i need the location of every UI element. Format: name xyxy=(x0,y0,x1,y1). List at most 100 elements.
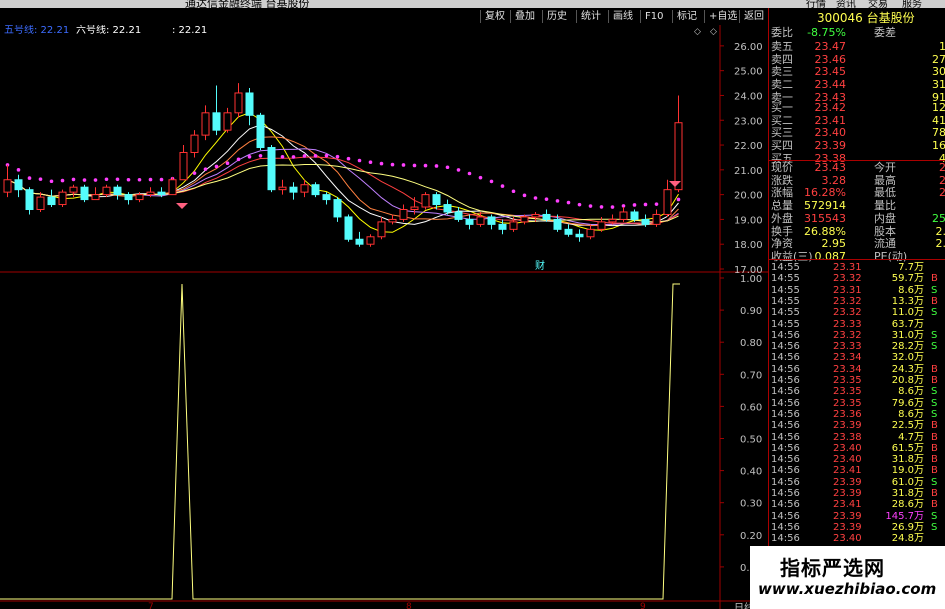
add-watchlist-button[interactable]: +自选 xyxy=(704,10,741,23)
collapse-icon[interactable]: ◇ xyxy=(710,27,717,37)
tick-price: 23.32 xyxy=(833,329,862,341)
tick-side: B xyxy=(931,375,938,386)
tick-side: B xyxy=(931,273,938,285)
tick-price: 23.40 xyxy=(833,454,862,466)
tick-time: 14:56 xyxy=(771,465,800,477)
tick-price: 23.40 xyxy=(833,442,862,454)
buy-price: 23.40 xyxy=(814,126,847,140)
statistics-button[interactable]: 统计 xyxy=(576,10,605,23)
tick-time: 14:56 xyxy=(771,533,800,545)
candle-body xyxy=(630,211,639,220)
stat-label: 涨跌 xyxy=(771,173,793,187)
candle-body xyxy=(168,179,177,196)
back-button[interactable]: 返回 xyxy=(739,10,768,23)
stat-value: 23.43 xyxy=(814,161,847,174)
sell-price: 23.46 xyxy=(814,52,847,66)
candle-body xyxy=(553,218,562,230)
indicator-tick-label: 0.30 xyxy=(740,499,762,510)
tick-side: B xyxy=(931,488,938,499)
indicator-dot xyxy=(225,161,230,166)
indicator-dot xyxy=(302,154,307,158)
finance-marker[interactable]: 财 xyxy=(535,259,545,272)
indicator-dot xyxy=(71,177,76,182)
tick-time: 14:55 xyxy=(771,307,800,319)
buy-level-row: 买一 23.42 12 xyxy=(769,102,945,114)
indicator-dot xyxy=(423,163,428,168)
watermark: 指标严选网 www.xuezhibiao.com xyxy=(750,546,945,609)
indicator-dot xyxy=(522,193,527,198)
indicator-dot xyxy=(412,163,417,168)
stat-row: 外盘 315543 内盘 25 xyxy=(769,211,945,225)
tick-side: B xyxy=(931,465,938,477)
menu-info[interactable]: 资讯 xyxy=(836,0,856,8)
sell-level-label: 卖四 xyxy=(771,52,793,66)
chart-grid xyxy=(0,25,768,609)
indicator-dot xyxy=(126,177,131,182)
tick-row: 14:55 23.32 59.7万 B xyxy=(769,273,945,285)
indicator-dot xyxy=(192,171,197,175)
stat-label-2: 今开 xyxy=(874,161,896,174)
tick-time: 14:55 xyxy=(771,262,800,273)
indicator-dot xyxy=(49,179,54,184)
tick-volume: 19.0万 xyxy=(891,465,924,477)
tick-time: 14:56 xyxy=(771,363,800,375)
candle-body xyxy=(113,186,122,196)
tick-time: 14:56 xyxy=(771,510,800,522)
candle-body xyxy=(443,204,452,213)
tick-volume: 32.0万 xyxy=(891,352,924,364)
tick-price: 23.31 xyxy=(833,284,862,296)
tick-side: B xyxy=(931,295,938,307)
watermark-title: 指标严选网 xyxy=(780,556,885,580)
overlay-button[interactable]: 叠加 xyxy=(510,10,539,23)
candle-body xyxy=(465,218,474,225)
tick-row: 14:55 23.32 13.3万 B xyxy=(769,296,945,308)
window-title: 通达信金融终端 台基股份 xyxy=(185,0,310,8)
tick-row: 14:56 23.36 8.6万 S xyxy=(769,409,945,421)
tick-price: 23.33 xyxy=(833,341,862,353)
indicator-dot xyxy=(335,154,340,159)
indicator-dot xyxy=(533,196,538,200)
candle-body xyxy=(564,228,573,235)
candle-body xyxy=(91,194,100,201)
candle-body xyxy=(421,194,430,208)
candle-body xyxy=(14,179,23,191)
candle-body xyxy=(454,211,463,220)
price-tick-label: 23.00 xyxy=(734,116,763,127)
tick-time: 14:55 xyxy=(771,273,800,285)
tick-row: 14:56 23.39 22.5万 B xyxy=(769,420,945,432)
tick-side: S xyxy=(931,476,938,488)
candle-body xyxy=(619,211,628,220)
stat-row: 净资 2.95 流通 2. xyxy=(769,238,945,250)
tick-time: 14:56 xyxy=(771,521,800,533)
menu-trade[interactable]: 交易 xyxy=(868,0,888,8)
stat-value: 16.28% xyxy=(804,186,846,200)
expand-icon[interactable]: ◇ xyxy=(694,27,701,37)
indicator-dot xyxy=(654,202,659,206)
candle-body xyxy=(575,233,584,238)
price-tick-label: 22.00 xyxy=(734,141,763,152)
f10-button[interactable]: F10 xyxy=(640,10,667,23)
sell-level-label: 卖五 xyxy=(771,40,793,53)
buy-price: 23.41 xyxy=(814,113,847,127)
sell-level-row: 卖三 23.45 30 xyxy=(769,66,945,78)
restore-rights-button[interactable]: 复权 xyxy=(480,10,509,23)
mark-button[interactable]: 标记 xyxy=(672,10,701,23)
sell-volume: 1 xyxy=(939,40,945,53)
tick-row: 14:56 23.41 28.6万 B xyxy=(769,499,945,511)
buy-level-row: 买二 23.41 41 xyxy=(769,113,945,127)
kline-chart[interactable]: 26.00 25.00 24.00 23.00 22.00 21.00 20.00 19.00… xyxy=(0,25,768,609)
indicator-dot xyxy=(280,155,285,159)
sell-price: 23.44 xyxy=(814,78,847,92)
tick-time: 14:56 xyxy=(771,386,800,398)
candle-body xyxy=(487,216,496,225)
indicator-tick-label: 1.00 xyxy=(740,274,762,285)
menu-quote[interactable]: 行情 xyxy=(806,0,826,8)
indicator-dot xyxy=(555,199,560,203)
draw-line-button[interactable]: 画线 xyxy=(608,10,637,23)
candle-body xyxy=(80,186,89,201)
history-button[interactable]: 历史 xyxy=(542,10,571,23)
stat-label-2: 内盘 xyxy=(874,211,896,225)
menu-service[interactable]: 服务 xyxy=(902,0,922,8)
indicator-dot xyxy=(489,179,494,184)
tick-side: B xyxy=(931,420,938,432)
